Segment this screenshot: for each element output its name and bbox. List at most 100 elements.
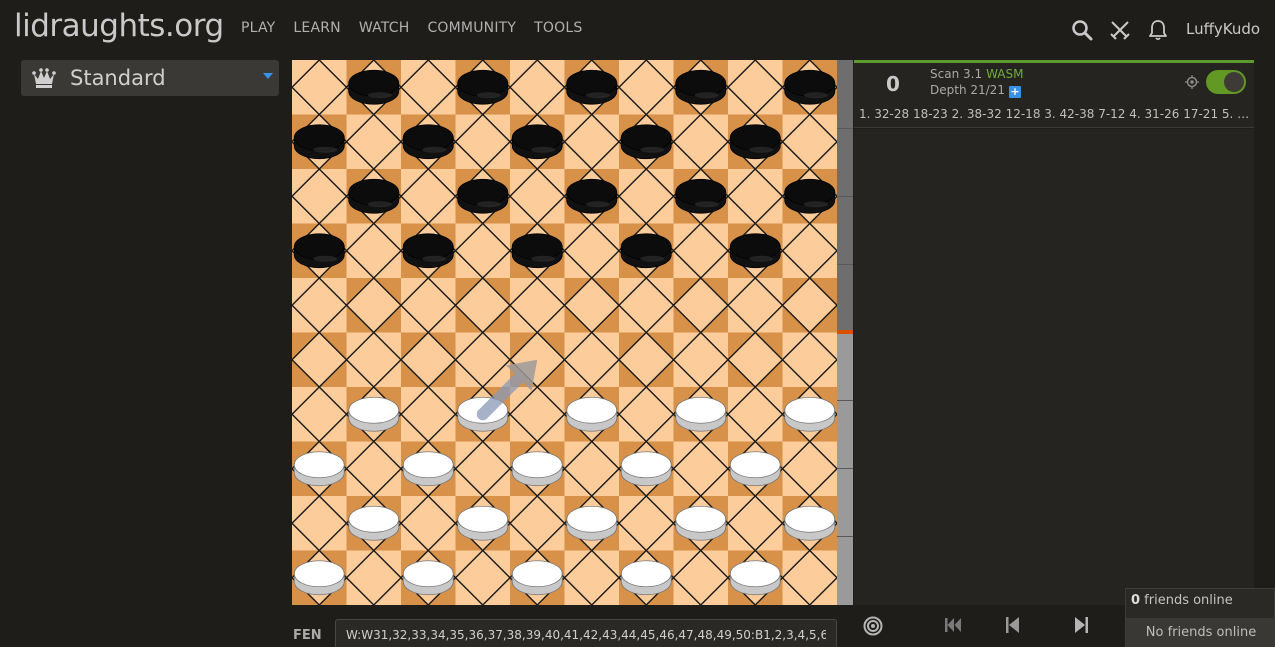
nav-watch[interactable]: WATCH	[359, 20, 410, 36]
white-piece	[348, 505, 400, 541]
piece-top	[402, 233, 454, 261]
piece-top	[675, 505, 727, 533]
piece-highlight	[640, 146, 665, 153]
depth-text: Depth 21/21	[930, 83, 1005, 97]
black-piece	[566, 178, 618, 214]
piece-top	[293, 124, 345, 152]
first-move-icon[interactable]	[943, 615, 963, 635]
black-piece	[402, 124, 454, 160]
draughts-board[interactable]	[292, 60, 837, 605]
black-piece	[348, 69, 400, 105]
piece-top	[566, 178, 618, 206]
light-square	[619, 496, 674, 551]
nav-tools[interactable]: TOOLS	[534, 20, 582, 36]
piece-highlight	[367, 201, 392, 208]
piece-top	[402, 124, 454, 152]
light-square	[564, 114, 620, 170]
light-square	[782, 441, 837, 497]
eval-gauge	[837, 60, 853, 605]
engine-version: Scan 3.1	[930, 67, 983, 81]
user-menu[interactable]: LuffyKudo	[1186, 20, 1260, 38]
crosshair-icon[interactable]	[1185, 75, 1199, 89]
light-square	[346, 332, 402, 388]
light-square	[510, 496, 565, 551]
light-square	[673, 223, 729, 279]
nav-play[interactable]: PLAY	[241, 20, 275, 36]
light-square	[728, 60, 783, 115]
light-square	[673, 441, 729, 497]
site-header: lidraughts.org PLAY LEARN WATCH COMMUNIT…	[0, 0, 1275, 60]
piece-top	[348, 396, 400, 424]
site-logo[interactable]: lidraughts.org	[14, 8, 224, 44]
piece-highlight	[313, 255, 338, 262]
black-piece	[457, 178, 509, 214]
light-square	[728, 169, 783, 224]
light-square	[728, 496, 783, 551]
light-square	[292, 387, 347, 442]
black-piece	[348, 178, 400, 214]
light-square	[401, 496, 456, 551]
friends-empty: No friends online	[1126, 618, 1275, 647]
piece-top	[293, 451, 345, 479]
black-piece	[566, 69, 618, 105]
engine-toggle[interactable]	[1206, 70, 1246, 94]
fen-input[interactable]	[335, 619, 837, 647]
black-piece	[620, 124, 672, 160]
light-square	[564, 332, 620, 388]
move-list	[854, 129, 1254, 605]
friends-box[interactable]: 0 friends online No friends online	[1125, 588, 1275, 647]
engine-tag: WASM	[986, 67, 1024, 81]
piece-top	[729, 233, 781, 261]
light-square	[455, 441, 511, 497]
piece-highlight	[313, 146, 338, 153]
piece-highlight	[585, 201, 610, 208]
light-square	[346, 223, 402, 279]
light-square	[455, 550, 511, 605]
light-square	[619, 60, 674, 115]
eval-gauge-tick	[837, 400, 853, 401]
black-piece	[675, 178, 727, 214]
prev-move-icon[interactable]	[1002, 615, 1022, 635]
nav-community[interactable]: COMMUNITY	[427, 20, 516, 36]
piece-highlight	[640, 255, 665, 262]
light-square	[401, 387, 456, 442]
piece-top	[348, 69, 400, 97]
swords-icon[interactable]	[1108, 18, 1132, 42]
piece-top	[511, 233, 563, 261]
piece-top	[566, 396, 618, 424]
engine-panel: 0 Scan 3.1 WASM Depth 21/21 +	[854, 60, 1254, 101]
light-square	[673, 332, 729, 388]
piece-top	[784, 178, 836, 206]
search-icon[interactable]	[1070, 18, 1094, 42]
white-piece	[293, 560, 345, 596]
piece-top	[511, 560, 563, 588]
piece-top	[620, 451, 672, 479]
piece-highlight	[749, 255, 774, 262]
variant-select[interactable]: Standard	[21, 60, 279, 96]
piece-top	[293, 560, 345, 588]
friends-label: friends online	[1140, 593, 1233, 608]
board-svg[interactable]	[292, 60, 837, 605]
black-piece	[402, 233, 454, 269]
piece-top	[402, 451, 454, 479]
black-piece	[293, 124, 345, 160]
light-square	[619, 169, 674, 224]
light-square	[728, 278, 783, 333]
pv-line[interactable]: 1. 32-28 18-23 2. 38-32 12-18 3. 42-38 7…	[859, 107, 1252, 121]
target-icon[interactable]	[862, 615, 884, 637]
bell-icon[interactable]	[1146, 18, 1170, 42]
nav-learn[interactable]: LEARN	[293, 20, 340, 36]
plus-icon[interactable]: +	[1008, 86, 1021, 98]
piece-top	[566, 69, 618, 97]
white-piece	[402, 560, 454, 596]
eval-gauge-tick	[837, 196, 853, 197]
light-square	[510, 278, 565, 333]
next-move-icon[interactable]	[1072, 615, 1092, 635]
light-square	[292, 496, 347, 551]
piece-top	[620, 124, 672, 152]
piece-top	[566, 505, 618, 533]
piece-top	[675, 69, 727, 97]
light-square	[728, 387, 783, 442]
principal-variation: 1. 32-28 18-23 2. 38-32 12-18 3. 42-38 7…	[854, 101, 1254, 128]
black-piece	[620, 233, 672, 269]
